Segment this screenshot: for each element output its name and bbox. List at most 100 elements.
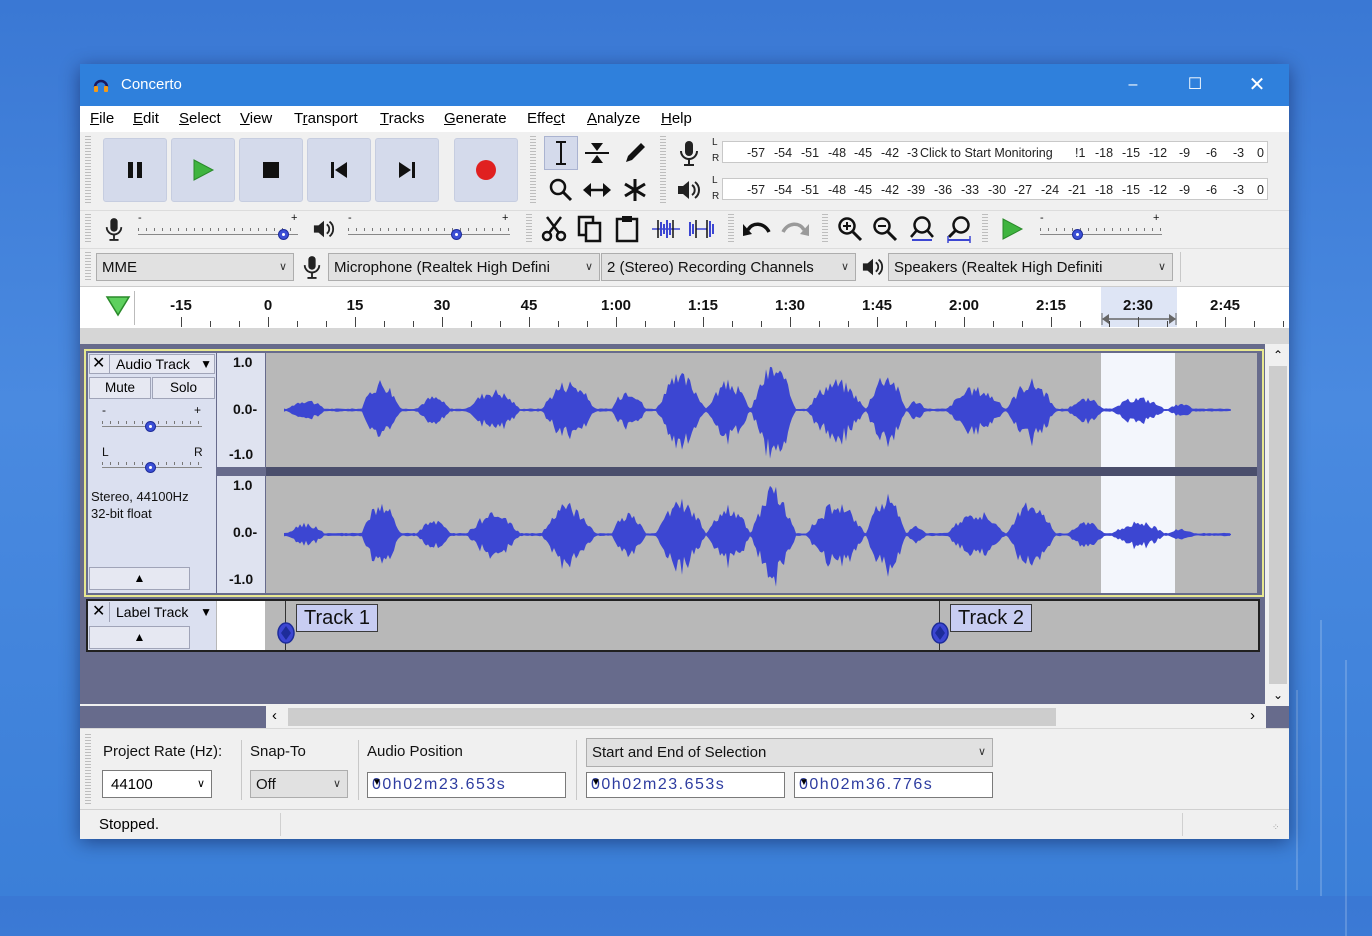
- toolbar-grip[interactable]: [85, 734, 91, 804]
- record-meter-button[interactable]: [674, 138, 704, 168]
- zoom-out-button[interactable]: [869, 214, 901, 244]
- timeline-ruler[interactable]: -15 0 15 30 45 1:00 1:15 1:30 1:45 2:00 …: [80, 286, 1289, 329]
- playback-meter[interactable]: -57 -54 -51 -48 -45 -42 -39 -36 -33 -30 …: [722, 178, 1268, 200]
- selection-tool-button[interactable]: [544, 136, 578, 170]
- scroll-left-icon[interactable]: ‹: [272, 707, 277, 724]
- menu-view[interactable]: View: [240, 110, 272, 127]
- menu-effect[interactable]: Effect: [527, 110, 565, 127]
- slider-min-label: -: [348, 212, 352, 224]
- toolbar-grip[interactable]: [982, 214, 988, 244]
- vertical-scale-right-channel[interactable]: 1.0 0.0- -1.0: [217, 476, 265, 593]
- envelope-tool-button[interactable]: [580, 136, 614, 170]
- play-speed-slider[interactable]: [1072, 229, 1083, 240]
- vertical-scrollbar[interactable]: ⌃ ⌄: [1267, 344, 1289, 706]
- recording-volume-slider[interactable]: [278, 229, 289, 240]
- close-track-icon[interactable]: ✕: [92, 601, 105, 621]
- label-handle-icon[interactable]: [276, 621, 296, 645]
- multi-tool-button[interactable]: [618, 173, 652, 207]
- menu-select[interactable]: Select: [179, 110, 221, 127]
- ruler-minor-tick: [558, 321, 559, 327]
- undo-button[interactable]: [740, 214, 774, 244]
- time-shift-tool-button[interactable]: [580, 173, 614, 207]
- toolbar-grip[interactable]: [660, 136, 666, 204]
- skip-to-end-button[interactable]: [375, 138, 439, 202]
- toolbar-grip[interactable]: [526, 214, 532, 244]
- mute-button[interactable]: Mute: [89, 377, 151, 399]
- paste-button[interactable]: [611, 213, 643, 245]
- pencil-icon: [626, 143, 645, 162]
- track-name-menu[interactable]: Audio Track ▼: [109, 354, 215, 374]
- zoom-selection-icon: [910, 216, 934, 241]
- vertical-scale-left-channel[interactable]: 1.0 0.0- -1.0: [217, 353, 265, 467]
- selection-end-field[interactable]: 00h02m36.776s ▼: [794, 772, 993, 798]
- copy-button[interactable]: [574, 213, 606, 245]
- menu-help[interactable]: Help: [661, 110, 692, 127]
- waveform-right-channel[interactable]: [266, 476, 1257, 593]
- cut-button[interactable]: [538, 213, 570, 245]
- menu-edit[interactable]: Edit: [133, 110, 159, 127]
- play-at-speed-button[interactable]: [996, 214, 1028, 244]
- recording-device-select[interactable]: Microphone (Realtek High Defini ∨: [328, 253, 600, 281]
- track-name-menu[interactable]: Label Track ▼: [109, 602, 215, 622]
- play-head-icon: [105, 296, 131, 317]
- waveform-left-channel[interactable]: [266, 353, 1257, 467]
- label-track-2[interactable]: Track 2: [950, 604, 1032, 632]
- label-track-1[interactable]: Track 1: [296, 604, 378, 632]
- collapse-track-button[interactable]: ▲: [89, 626, 190, 649]
- horizontal-scroll-thumb[interactable]: [288, 708, 1056, 726]
- toolbar-grip[interactable]: [728, 214, 734, 244]
- audio-host-select[interactable]: MME ∨: [96, 253, 294, 281]
- toolbar-grip[interactable]: [85, 252, 91, 282]
- redo-button[interactable]: [778, 214, 812, 244]
- scroll-right-icon[interactable]: ›: [1250, 707, 1255, 724]
- skip-to-start-button[interactable]: [307, 138, 371, 202]
- solo-button[interactable]: Solo: [152, 377, 215, 399]
- audio-position-field[interactable]: 00h02m23.653s ▼: [367, 772, 566, 798]
- menu-analyze[interactable]: Analyze: [587, 110, 640, 127]
- toolbar-grip[interactable]: [822, 214, 828, 244]
- menu-transport[interactable]: Transport: [294, 110, 358, 127]
- zoom-in-button[interactable]: [834, 214, 866, 244]
- pan-slider[interactable]: [145, 462, 156, 473]
- scroll-up-icon[interactable]: ⌃: [1273, 348, 1283, 362]
- scroll-down-icon[interactable]: ⌄: [1273, 688, 1283, 702]
- toolbar-grip[interactable]: [85, 136, 91, 204]
- trim-audio-button[interactable]: [650, 213, 682, 245]
- play-button[interactable]: [171, 138, 235, 202]
- recording-meter[interactable]: -57 -54 -51 -48 -45 -42 -3 Click to Star…: [722, 141, 1268, 163]
- ruler-label: 2:00: [948, 297, 980, 314]
- gain-slider[interactable]: [145, 421, 156, 432]
- playback-device-select[interactable]: Speakers (Realtek High Definiti ∨: [888, 253, 1173, 281]
- pause-button[interactable]: [103, 138, 167, 202]
- playback-meter-button[interactable]: [674, 175, 704, 205]
- project-rate-select[interactable]: 44100 ∨: [102, 770, 212, 798]
- record-button[interactable]: [454, 138, 518, 202]
- selection-start-field[interactable]: 00h02m23.653s ▼: [586, 772, 785, 798]
- silence-audio-button[interactable]: [686, 213, 718, 245]
- label-handle-icon[interactable]: [930, 621, 950, 645]
- horizontal-scrollbar[interactable]: ‹ ›: [266, 706, 1266, 728]
- playback-volume-slider[interactable]: [451, 229, 462, 240]
- stop-button[interactable]: [239, 138, 303, 202]
- fit-selection-button[interactable]: [906, 214, 938, 244]
- selection-mode-select[interactable]: Start and End of Selection ∨: [586, 738, 993, 767]
- close-button[interactable]: ✕: [1226, 64, 1288, 106]
- menu-generate[interactable]: Generate: [444, 110, 507, 127]
- menu-file[interactable]: File: [90, 110, 114, 127]
- fit-project-button[interactable]: [943, 214, 975, 244]
- zoom-tool-button[interactable]: [544, 173, 578, 207]
- vertical-scroll-thumb[interactable]: [1269, 366, 1287, 684]
- draw-tool-button[interactable]: [618, 136, 652, 170]
- toolbar-grip[interactable]: [85, 214, 91, 244]
- meter-tick-label: -48: [828, 183, 847, 197]
- close-track-icon[interactable]: ✕: [92, 353, 105, 373]
- toolbar-grip[interactable]: [530, 136, 536, 204]
- maximize-button[interactable]: ☐: [1164, 64, 1226, 106]
- recording-channels-select[interactable]: 2 (Stereo) Recording Channels ∨: [601, 253, 856, 281]
- collapse-track-button[interactable]: ▲: [89, 567, 190, 590]
- minimize-button[interactable]: –: [1102, 64, 1164, 106]
- snap-to-select[interactable]: Off ∨: [250, 770, 348, 798]
- menu-tracks[interactable]: Tracks: [380, 110, 424, 127]
- resize-grip-icon[interactable]: ⁘: [1272, 822, 1280, 833]
- pinned-play-head-button[interactable]: [96, 291, 135, 325]
